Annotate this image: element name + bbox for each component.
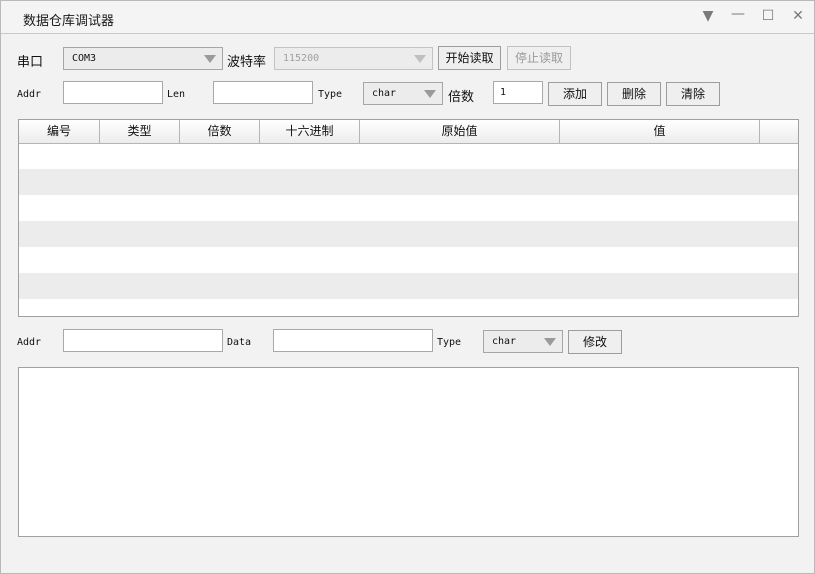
serial-port-value: COM3 bbox=[72, 53, 97, 64]
chevron-down-icon bbox=[424, 90, 436, 98]
column-header-filler bbox=[760, 120, 798, 143]
table-row bbox=[19, 221, 798, 247]
type-value: char bbox=[372, 88, 397, 99]
write-data-input[interactable] bbox=[273, 329, 433, 352]
chevron-down-icon bbox=[544, 338, 556, 346]
log-output-area[interactable] bbox=[18, 367, 799, 537]
start-read-button[interactable]: 开始读取 bbox=[438, 46, 501, 70]
stop-read-button[interactable]: 停止读取 bbox=[507, 46, 571, 70]
table-row bbox=[19, 299, 798, 316]
write-addr-label: Addr bbox=[17, 337, 42, 348]
write-type-label: Type bbox=[437, 337, 462, 348]
table-row bbox=[19, 169, 798, 195]
write-addr-input[interactable] bbox=[63, 329, 223, 352]
table-row bbox=[19, 247, 798, 273]
write-type-select[interactable]: char bbox=[483, 330, 563, 353]
add-button[interactable]: 添加 bbox=[548, 82, 602, 106]
baud-rate-label: 波特率 bbox=[227, 55, 267, 70]
baud-rate-value: 115200 bbox=[283, 53, 320, 64]
type-label: Type bbox=[318, 89, 343, 100]
write-type-value: char bbox=[492, 336, 517, 347]
multiplier-input[interactable]: 1 bbox=[493, 81, 543, 104]
len-label: Len bbox=[167, 89, 186, 100]
type-select[interactable]: char bbox=[363, 82, 443, 105]
write-data-label: Data bbox=[227, 337, 252, 348]
delete-button[interactable]: 删除 bbox=[607, 82, 661, 106]
modify-button[interactable]: 修改 bbox=[568, 330, 622, 354]
title-bar: 数据仓库调试器 ▼ — ☐ ✕ bbox=[1, 1, 814, 34]
len-input[interactable] bbox=[213, 81, 313, 104]
table-row bbox=[19, 195, 798, 221]
column-header-value[interactable]: 值 bbox=[560, 120, 760, 143]
table-row bbox=[19, 143, 798, 169]
chevron-down-icon bbox=[204, 55, 216, 63]
main-window: 数据仓库调试器 ▼ — ☐ ✕ 串口 COM3 波特率 115200 开始读取 … bbox=[0, 0, 815, 574]
serial-port-select[interactable]: COM3 bbox=[63, 47, 223, 70]
clear-button[interactable]: 清除 bbox=[666, 82, 720, 106]
close-icon[interactable]: ✕ bbox=[789, 7, 807, 25]
chevron-down-icon bbox=[414, 55, 426, 63]
table-header: 编号 类型 倍数 十六进制 原始值 值 bbox=[19, 120, 798, 144]
column-header-multiplier[interactable]: 倍数 bbox=[180, 120, 260, 143]
column-header-raw-value[interactable]: 原始值 bbox=[360, 120, 560, 143]
maximize-icon[interactable]: ☐ bbox=[759, 7, 777, 25]
baud-rate-select[interactable]: 115200 bbox=[274, 47, 433, 70]
column-header-type[interactable]: 类型 bbox=[100, 120, 180, 143]
serial-port-label: 串口 bbox=[17, 55, 44, 70]
multiplier-label: 倍数 bbox=[448, 90, 475, 105]
minimize-icon[interactable]: — bbox=[729, 5, 747, 23]
column-header-hex[interactable]: 十六进制 bbox=[260, 120, 360, 143]
table-row bbox=[19, 273, 798, 299]
column-header-index[interactable]: 编号 bbox=[19, 120, 100, 143]
window-title: 数据仓库调试器 bbox=[23, 14, 115, 29]
addr-label: Addr bbox=[17, 89, 42, 100]
menu-dropdown-icon[interactable]: ▼ bbox=[699, 7, 717, 25]
addr-input[interactable] bbox=[63, 81, 163, 104]
data-table[interactable]: 编号 类型 倍数 十六进制 原始值 值 bbox=[18, 119, 799, 317]
